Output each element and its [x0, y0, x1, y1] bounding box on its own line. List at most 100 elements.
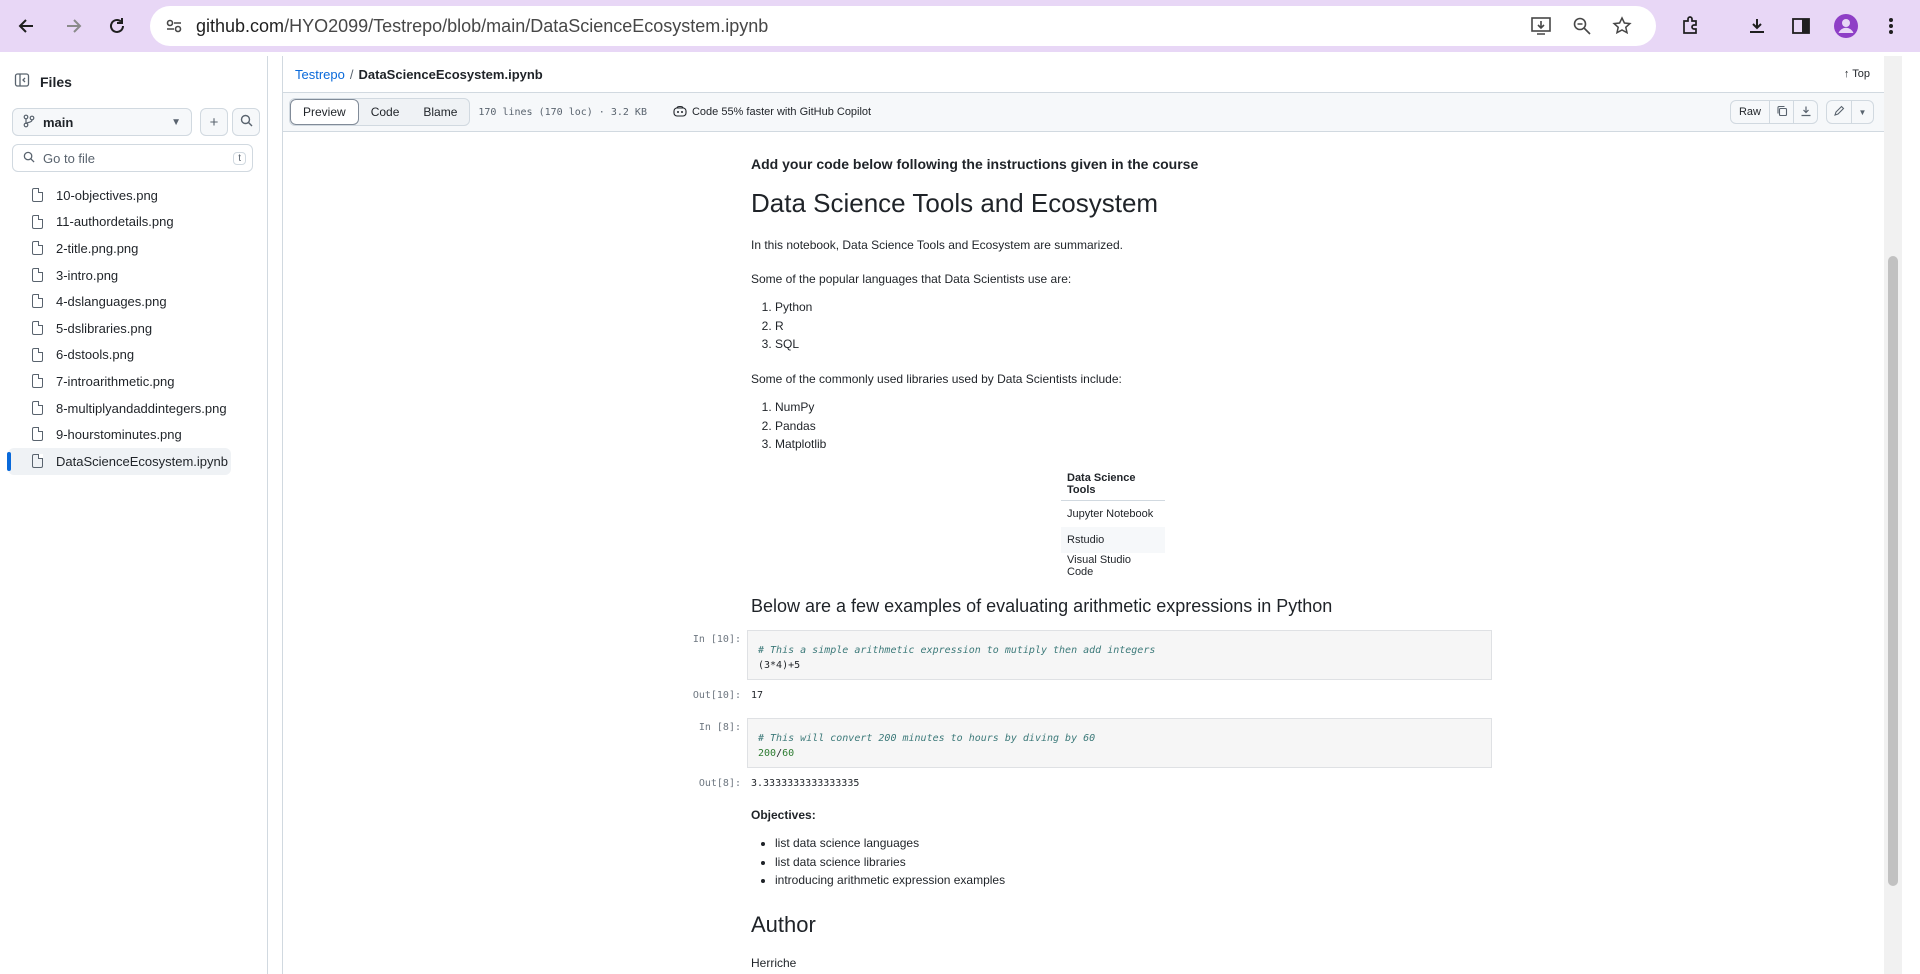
extensions-icon[interactable]	[1676, 11, 1706, 41]
files-title: Files	[40, 74, 72, 90]
url-text: github.com/HYO2099/Testrepo/blob/main/Da…	[196, 15, 769, 36]
page-scrollbar[interactable]	[1884, 56, 1902, 974]
out-prompt: Out[10]:	[692, 690, 741, 701]
file-name: 10-objectives.png	[56, 187, 158, 203]
file-tree-item[interactable]: 5-dslibraries.png	[8, 315, 231, 342]
languages-intro: Some of the popular languages that Data …	[751, 272, 1072, 286]
download-raw-button[interactable]	[1794, 100, 1818, 124]
forward-icon[interactable]	[58, 11, 88, 41]
breadcrumb: Testrepo / DataScienceEcosystem.ipynb ↑ …	[283, 56, 1884, 92]
side-panel-icon[interactable]	[1786, 11, 1816, 41]
file-tree-item[interactable]: DataScienceEcosystem.ipynb	[7, 447, 231, 475]
browser-menu-icon[interactable]	[1876, 11, 1906, 41]
download-icon	[1800, 105, 1812, 120]
list-item: NumPy	[775, 398, 826, 417]
list-item: SQL	[775, 335, 812, 354]
repo-link[interactable]: Testrepo	[295, 67, 345, 82]
file-tree-panel: Files main ▼ + Go to file t 10-objective…	[0, 56, 268, 974]
edit-options-button[interactable]: ▼	[1852, 100, 1874, 124]
file-tree-item[interactable]: 9-hourstominutes.png	[8, 421, 231, 448]
libraries-list: NumPy Pandas Matplotlib	[751, 398, 826, 454]
shortcut-hint: t	[233, 151, 246, 165]
file-view: Testrepo / DataScienceEcosystem.ipynb ↑ …	[282, 56, 1902, 974]
tab-preview[interactable]: Preview	[290, 99, 359, 125]
summary-text: In this notebook, Data Science Tools and…	[751, 238, 1123, 252]
collapse-sidebar-icon[interactable]	[14, 72, 30, 93]
branch-selector[interactable]: main ▼	[12, 108, 192, 136]
in-prompt: In [8]:	[698, 722, 741, 733]
bookmark-star-icon[interactable]	[1612, 16, 1632, 41]
file-tree-item[interactable]: 3-intro.png	[8, 262, 231, 289]
code-cell: # This a simple arithmetic expression to…	[747, 630, 1492, 680]
table-cell: Jupyter Notebook	[1067, 507, 1154, 520]
file-name: 3-intro.png	[56, 267, 119, 283]
zoom-icon[interactable]	[1572, 16, 1592, 41]
address-bar[interactable]: github.com/HYO2099/Testrepo/blob/main/Da…	[150, 6, 1656, 46]
edit-button[interactable]	[1826, 100, 1852, 124]
pencil-icon	[1833, 105, 1845, 120]
list-item: Matplotlib	[775, 435, 826, 454]
branch-icon	[23, 114, 35, 131]
reload-icon[interactable]	[102, 11, 132, 41]
file-toolbar: Preview Code Blame 170 lines (170 loc) ·…	[283, 92, 1884, 132]
file-name: DataScienceEcosystem.ipynb	[56, 453, 228, 469]
file-icon	[32, 267, 43, 282]
file-icon	[32, 453, 43, 468]
profile-avatar-icon[interactable]	[1831, 11, 1861, 41]
install-app-icon[interactable]	[1530, 16, 1552, 41]
file-tree-item[interactable]: 7-introarithmetic.png	[8, 368, 231, 395]
file-name: 9-hourstominutes.png	[56, 427, 182, 443]
browser-toolbar: github.com/HYO2099/Testrepo/blob/main/Da…	[0, 0, 1920, 52]
code-comment: # This will convert 200 minutes to hours…	[758, 733, 1096, 744]
scrollbar-thumb[interactable]	[1888, 256, 1898, 886]
objectives-label: Objectives:	[751, 808, 816, 822]
list-item: R	[775, 317, 812, 336]
raw-button[interactable]: Raw	[1729, 100, 1770, 124]
file-name: 8-multiplyandaddintegers.png	[56, 400, 227, 416]
file-tree-item[interactable]: 2-title.png.png	[8, 235, 231, 262]
table-cell: Rstudio	[1061, 526, 1165, 553]
tab-code[interactable]: Code	[359, 99, 412, 125]
file-icon	[32, 241, 43, 256]
top-link[interactable]: ↑ Top	[1844, 68, 1870, 80]
objectives-list: list data science languages list data sc…	[751, 834, 1005, 890]
tools-table: Data Science Tools Jupyter Notebook Rstu…	[1061, 468, 1165, 579]
file-tree-item[interactable]: 10-objectives.png	[8, 182, 231, 209]
list-item: list data science libraries	[775, 853, 1005, 872]
author-name: Herriche	[751, 956, 797, 970]
tab-blame[interactable]: Blame	[411, 99, 469, 125]
file-list: 10-objectives.png 11-authordetails.png 2-t…	[0, 182, 267, 475]
cell-output: 17	[751, 690, 764, 701]
search-button[interactable]	[232, 108, 260, 136]
author-heading: Author	[751, 912, 816, 937]
file-meta: 170 lines (170 loc) · 3.2 KB	[478, 106, 647, 118]
file-name: DataScienceEcosystem.ipynb	[358, 66, 543, 82]
chevron-down-icon: ▼	[1858, 107, 1867, 117]
code-cell: # This will convert 200 minutes to hours…	[747, 718, 1492, 768]
site-info-icon[interactable]	[164, 16, 184, 41]
file-tree-item[interactable]: 6-dstools.png	[8, 342, 231, 369]
add-file-button[interactable]: +	[200, 108, 228, 136]
downloads-icon[interactable]	[1742, 11, 1772, 41]
file-icon	[32, 320, 43, 335]
list-item: Python	[775, 298, 812, 317]
view-mode-tabs: Preview Code Blame	[289, 98, 471, 126]
copilot-promo[interactable]: Code 55% faster with GitHub Copilot	[673, 105, 871, 120]
back-icon[interactable]	[12, 11, 42, 41]
file-icon	[32, 347, 43, 362]
file-tree-item[interactable]: 4-dslanguages.png	[8, 288, 231, 315]
go-to-file-input[interactable]: Go to file t	[12, 144, 253, 172]
notebook-preview: Add your code below following the instru…	[283, 134, 1886, 974]
search-icon	[240, 114, 253, 131]
file-name: 6-dstools.png	[56, 347, 135, 363]
file-tree-item[interactable]: 8-multiplyandaddintegers.png	[8, 395, 231, 422]
cell-output: 3.3333333333333335	[751, 778, 860, 789]
file-icon	[32, 374, 43, 389]
file-name: 7-introarithmetic.png	[56, 373, 175, 389]
file-tree-item[interactable]: 11-authordetails.png	[8, 209, 231, 236]
copy-raw-button[interactable]	[1770, 100, 1794, 124]
file-icon	[32, 214, 43, 229]
list-item: introducing arithmetic expression exampl…	[775, 871, 1005, 890]
arithmetic-heading: Below are a few examples of evaluating a…	[751, 596, 1333, 616]
table-cell: Visual Studio Code	[1067, 553, 1132, 578]
